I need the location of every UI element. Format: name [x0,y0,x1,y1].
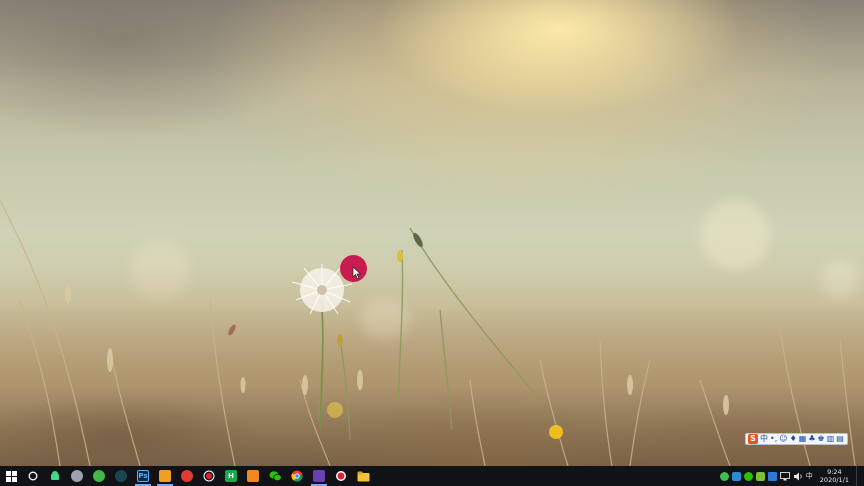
taskbar-app-orange-square[interactable] [154,466,176,486]
start-button[interactable] [0,466,22,486]
ime-skin-icon[interactable]: ♣ [808,434,815,444]
ime-mode-toggle[interactable]: 中 [760,434,768,444]
ime-user-icon[interactable]: ♚ [818,434,825,444]
tray-blue-app-icon[interactable] [731,471,741,481]
sogou-logo-icon[interactable]: S [748,434,758,444]
desktop-wallpaper[interactable] [0,0,864,466]
cortana-circle-icon [28,471,38,481]
round-app-icon [71,470,83,482]
taskbar-app-green-h[interactable]: H [220,466,242,486]
leaf-app-icon [93,470,105,482]
taskbar-app-gray-round[interactable] [66,466,88,486]
taskbar-app-android[interactable] [44,466,66,486]
wechat-icon [269,471,282,482]
taskbar-app-green-leaf[interactable] [88,466,110,486]
network-icon[interactable] [779,471,790,481]
clock-date: 2020/1/1 [819,476,849,484]
taskbar-app-record[interactable] [198,466,220,486]
android-icon [49,470,61,482]
ime-emoji-icon[interactable]: ☺ [779,434,787,444]
show-desktop-button[interactable] [856,466,860,486]
mouse-cursor-icon [352,266,362,280]
orange-box-icon [247,470,259,482]
tray-green-app-icon[interactable] [719,471,729,481]
taskbar-app-purple[interactable] [308,466,330,486]
ime-voice-icon[interactable]: ♦ [790,434,797,444]
taskbar-app-orange-box[interactable] [242,466,264,486]
h-app-icon: H [225,470,237,482]
clock-time: 9:24 [827,468,842,476]
ime-keyboard-icon[interactable]: ▦ [799,434,807,444]
chrome-icon [291,470,303,482]
tray-bluetooth-icon[interactable] [767,471,777,481]
windows-start-icon [5,470,17,482]
taskbar-app-photoshop[interactable]: Ps [132,466,154,486]
folder-icon [357,471,369,481]
ime-grid-icon[interactable]: ▥ [827,434,835,444]
teal-app-icon [115,470,127,482]
ime-punctuation-toggle[interactable]: •, [770,434,777,444]
wallpaper-plants [0,199,856,466]
taskbar-app-wechat[interactable] [264,466,286,486]
photoshop-icon: Ps [137,470,149,482]
red-bird-icon [181,470,193,482]
taskbar-app-red-bird[interactable] [176,466,198,486]
cortana-search-button[interactable] [22,466,44,486]
red-circle-icon [336,471,346,481]
taskbar-app-teal[interactable] [110,466,132,486]
taskbar: Ps H 中 9:24 2020/1/1 [0,466,864,486]
taskbar-app-red-circle[interactable] [330,466,352,486]
record-icon [203,470,215,482]
orange-square-icon [159,470,171,482]
taskbar-app-file-explorer[interactable] [352,466,374,486]
taskbar-app-chrome[interactable] [286,466,308,486]
ime-menu-icon[interactable]: ▤ [836,434,844,444]
system-tray: 中 9:24 2020/1/1 [719,466,864,486]
taskbar-clock[interactable]: 9:24 2020/1/1 [820,468,849,484]
input-method-indicator[interactable]: 中 [806,471,813,481]
purple-app-icon [313,470,325,482]
tray-security-icon[interactable] [755,471,765,481]
tray-wechat-icon[interactable] [743,471,753,481]
ime-toolbar[interactable]: S 中 •, ☺ ♦ ▦ ♣ ♚ ▥ ▤ [745,433,848,445]
volume-icon[interactable] [793,472,803,481]
